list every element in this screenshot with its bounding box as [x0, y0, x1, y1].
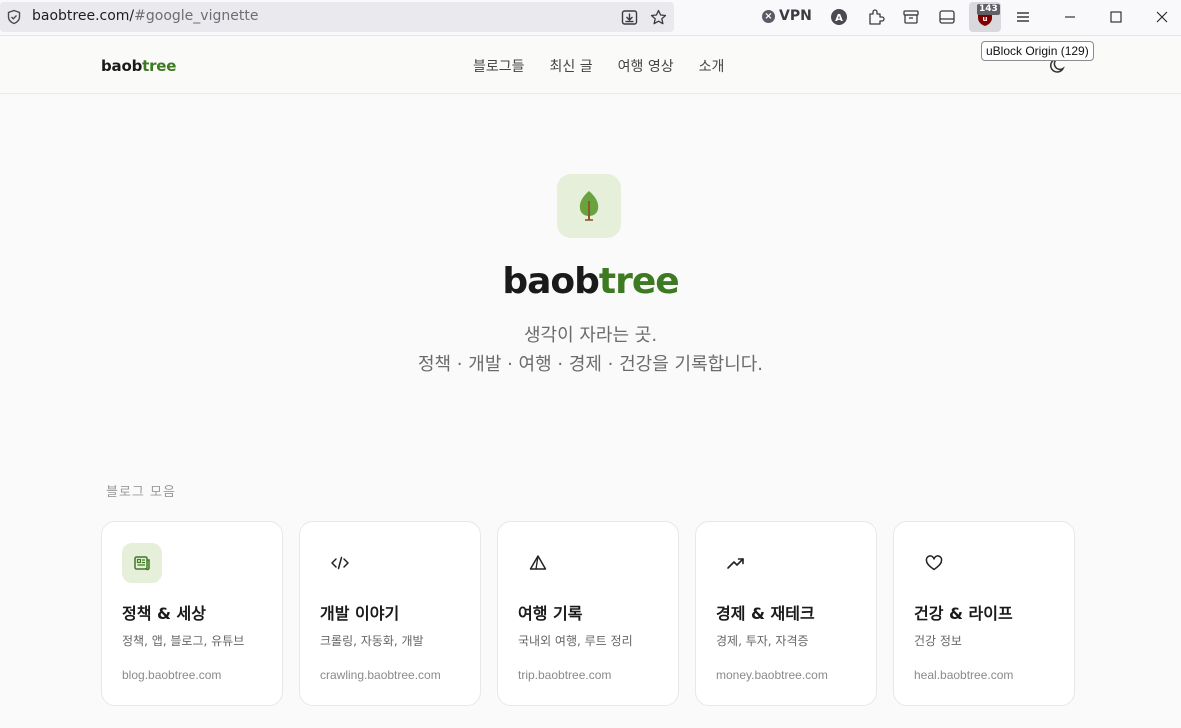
- code-icon: [320, 543, 360, 583]
- site-logo[interactable]: baobtree: [101, 57, 176, 75]
- blog-card-travel[interactable]: 여행 기록 국내외 여행, 루트 정리 trip.baobtree.com: [497, 521, 679, 706]
- svg-text:u: u: [983, 15, 988, 23]
- card-url: money.baobtree.com: [716, 668, 828, 682]
- card-description: 정책, 앱, 블로그, 유튜브: [122, 634, 245, 648]
- main-nav: 블로그들 최신 글 여행 영상 소개: [473, 56, 724, 76]
- hero-subtitle-line1: 생각이 자라는 곳.: [523, 325, 658, 346]
- hero-title: baobtree: [0, 261, 1181, 302]
- card-title: 경제 & 재테크: [716, 604, 815, 623]
- card-url: heal.baobtree.com: [914, 668, 1014, 682]
- card-title: 정책 & 세상: [122, 604, 206, 623]
- card-title: 개발 이야기: [320, 604, 400, 623]
- logo-text-green: tree: [142, 57, 177, 75]
- url-bar[interactable]: baobtree.com/#google_vignette: [0, 2, 674, 32]
- section-label: 블로그 모음: [106, 485, 176, 500]
- vpn-off-icon: ×: [762, 9, 775, 23]
- browser-toolbar: baobtree.com/#google_vignette × VPN A u …: [0, 0, 1181, 36]
- nav-item-about[interactable]: 소개: [699, 56, 725, 76]
- container-icon[interactable]: [901, 7, 921, 27]
- nav-item-latest[interactable]: 최신 글: [550, 56, 593, 76]
- nav-item-blogs[interactable]: 블로그들: [473, 56, 525, 76]
- minimize-icon[interactable]: [1061, 8, 1079, 26]
- sidebar-icon[interactable]: [937, 7, 957, 27]
- card-description: 국내외 여행, 루트 정리: [518, 634, 633, 648]
- card-description: 크롤링, 자동화, 개발: [320, 634, 424, 648]
- svg-text:A: A: [835, 13, 843, 24]
- card-description: 건강 정보: [914, 634, 962, 648]
- tree-icon: [579, 191, 599, 221]
- card-title: 여행 기록: [518, 604, 583, 623]
- shield-icon[interactable]: [6, 9, 22, 25]
- card-title: 건강 & 라이프: [914, 604, 1013, 623]
- hero-title-green: tree: [598, 261, 680, 302]
- card-url: crawling.baobtree.com: [320, 668, 441, 682]
- url-fragment: #google_vignette: [134, 8, 259, 24]
- card-url: blog.baobtree.com: [122, 668, 222, 682]
- close-icon[interactable]: [1153, 8, 1171, 26]
- ublock-count-badge: 143: [977, 4, 1000, 15]
- trending-up-icon: [716, 543, 756, 583]
- card-url: trip.baobtree.com: [518, 668, 612, 682]
- nav-item-travel-videos[interactable]: 여행 영상: [618, 56, 674, 76]
- blog-card-policy[interactable]: 정책 & 세상 정책, 앱, 블로그, 유튜브 blog.baobtree.co…: [101, 521, 283, 706]
- maximize-icon[interactable]: [1107, 8, 1125, 26]
- url-host: baobtree.com/: [32, 8, 135, 24]
- newspaper-icon: [122, 543, 162, 583]
- logo-text-dark: baob: [101, 57, 143, 75]
- blog-card-health[interactable]: 건강 & 라이프 건강 정보 heal.baobtree.com: [893, 521, 1075, 706]
- download-icon[interactable]: [621, 9, 638, 26]
- account-icon[interactable]: A: [829, 7, 849, 27]
- url-text[interactable]: baobtree.com/#google_vignette: [32, 8, 258, 24]
- hero-title-dark: baob: [502, 261, 600, 302]
- vpn-label: VPN: [779, 8, 812, 24]
- heart-icon: [914, 543, 954, 583]
- star-icon[interactable]: [650, 9, 667, 26]
- hero-subtitle-line2: 정책 · 개발 · 여행 · 경제 · 건강을 기록합니다.: [417, 354, 764, 375]
- hero-badge: [557, 174, 621, 238]
- mountain-icon: [518, 543, 558, 583]
- ublock-tooltip: uBlock Origin (129): [981, 41, 1094, 61]
- extensions-icon[interactable]: [866, 7, 886, 27]
- vpn-button[interactable]: × VPN: [762, 8, 812, 24]
- blog-card-list: 정책 & 세상 정책, 앱, 블로그, 유튜브 blog.baobtree.co…: [101, 521, 1075, 706]
- menu-icon[interactable]: [1013, 7, 1033, 27]
- blog-card-economy[interactable]: 경제 & 재테크 경제, 투자, 자격증 money.baobtree.com: [695, 521, 877, 706]
- blog-card-dev[interactable]: 개발 이야기 크롤링, 자동화, 개발 crawling.baobtree.co…: [299, 521, 481, 706]
- card-description: 경제, 투자, 자격증: [716, 634, 809, 648]
